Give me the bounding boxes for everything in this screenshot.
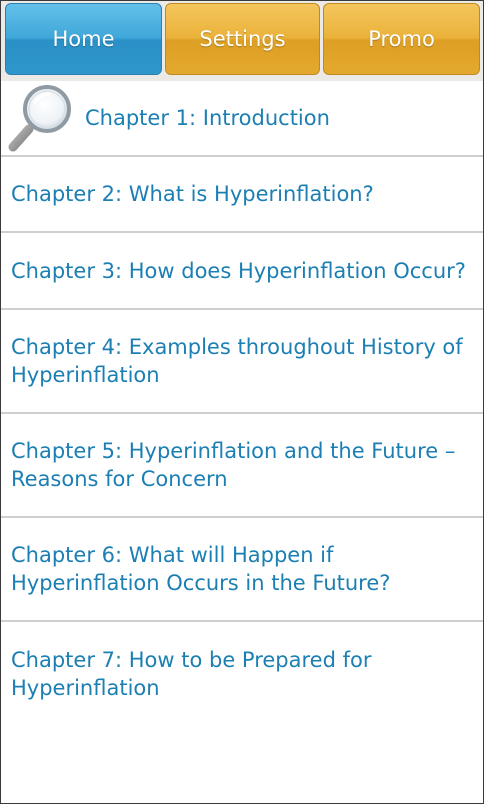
tab-promo[interactable]: Promo [323, 3, 480, 75]
chapter-item-6[interactable]: Chapter 6: What will Happen if Hyperinfl… [1, 518, 483, 622]
chapter-list: Chapter 1: Introduction Chapter 2: What … [1, 81, 483, 726]
tab-bar: Home Settings Promo [1, 1, 483, 81]
chapter-item-7[interactable]: Chapter 7: How to be Prepared for Hyperi… [1, 622, 483, 726]
search-icon[interactable] [7, 83, 75, 153]
chapter-item-5[interactable]: Chapter 5: Hyperinflation and the Future… [1, 414, 483, 518]
app-screen: Home Settings Promo Chapter 1: Introduct… [0, 0, 484, 804]
chapter-item-4[interactable]: Chapter 4: Examples throughout History o… [1, 310, 483, 414]
chapter-item-2[interactable]: Chapter 2: What is Hyperinflation? [1, 157, 483, 233]
chapter-title-1: Chapter 1: Introduction [85, 106, 330, 130]
chapter-title-3: Chapter 3: How does Hyperinflation Occur… [11, 258, 466, 283]
chapter-title-7: Chapter 7: How to be Prepared for Hyperi… [11, 648, 372, 700]
chapter-title-6: Chapter 6: What will Happen if Hyperinfl… [11, 543, 391, 595]
chapter-title-2: Chapter 2: What is Hyperinflation? [11, 182, 374, 206]
chapter-title-5: Chapter 5: Hyperinflation and the Future… [11, 439, 456, 491]
tab-settings-label: Settings [199, 27, 286, 51]
chapter-item-1[interactable]: Chapter 1: Introduction [1, 81, 483, 157]
tab-home[interactable]: Home [5, 3, 162, 75]
tab-promo-label: Promo [368, 27, 435, 51]
tab-settings[interactable]: Settings [165, 3, 320, 75]
chapter-item-3[interactable]: Chapter 3: How does Hyperinflation Occur… [1, 233, 483, 310]
tab-home-label: Home [52, 27, 115, 51]
chapter-title-4: Chapter 4: Examples throughout History o… [11, 335, 463, 387]
